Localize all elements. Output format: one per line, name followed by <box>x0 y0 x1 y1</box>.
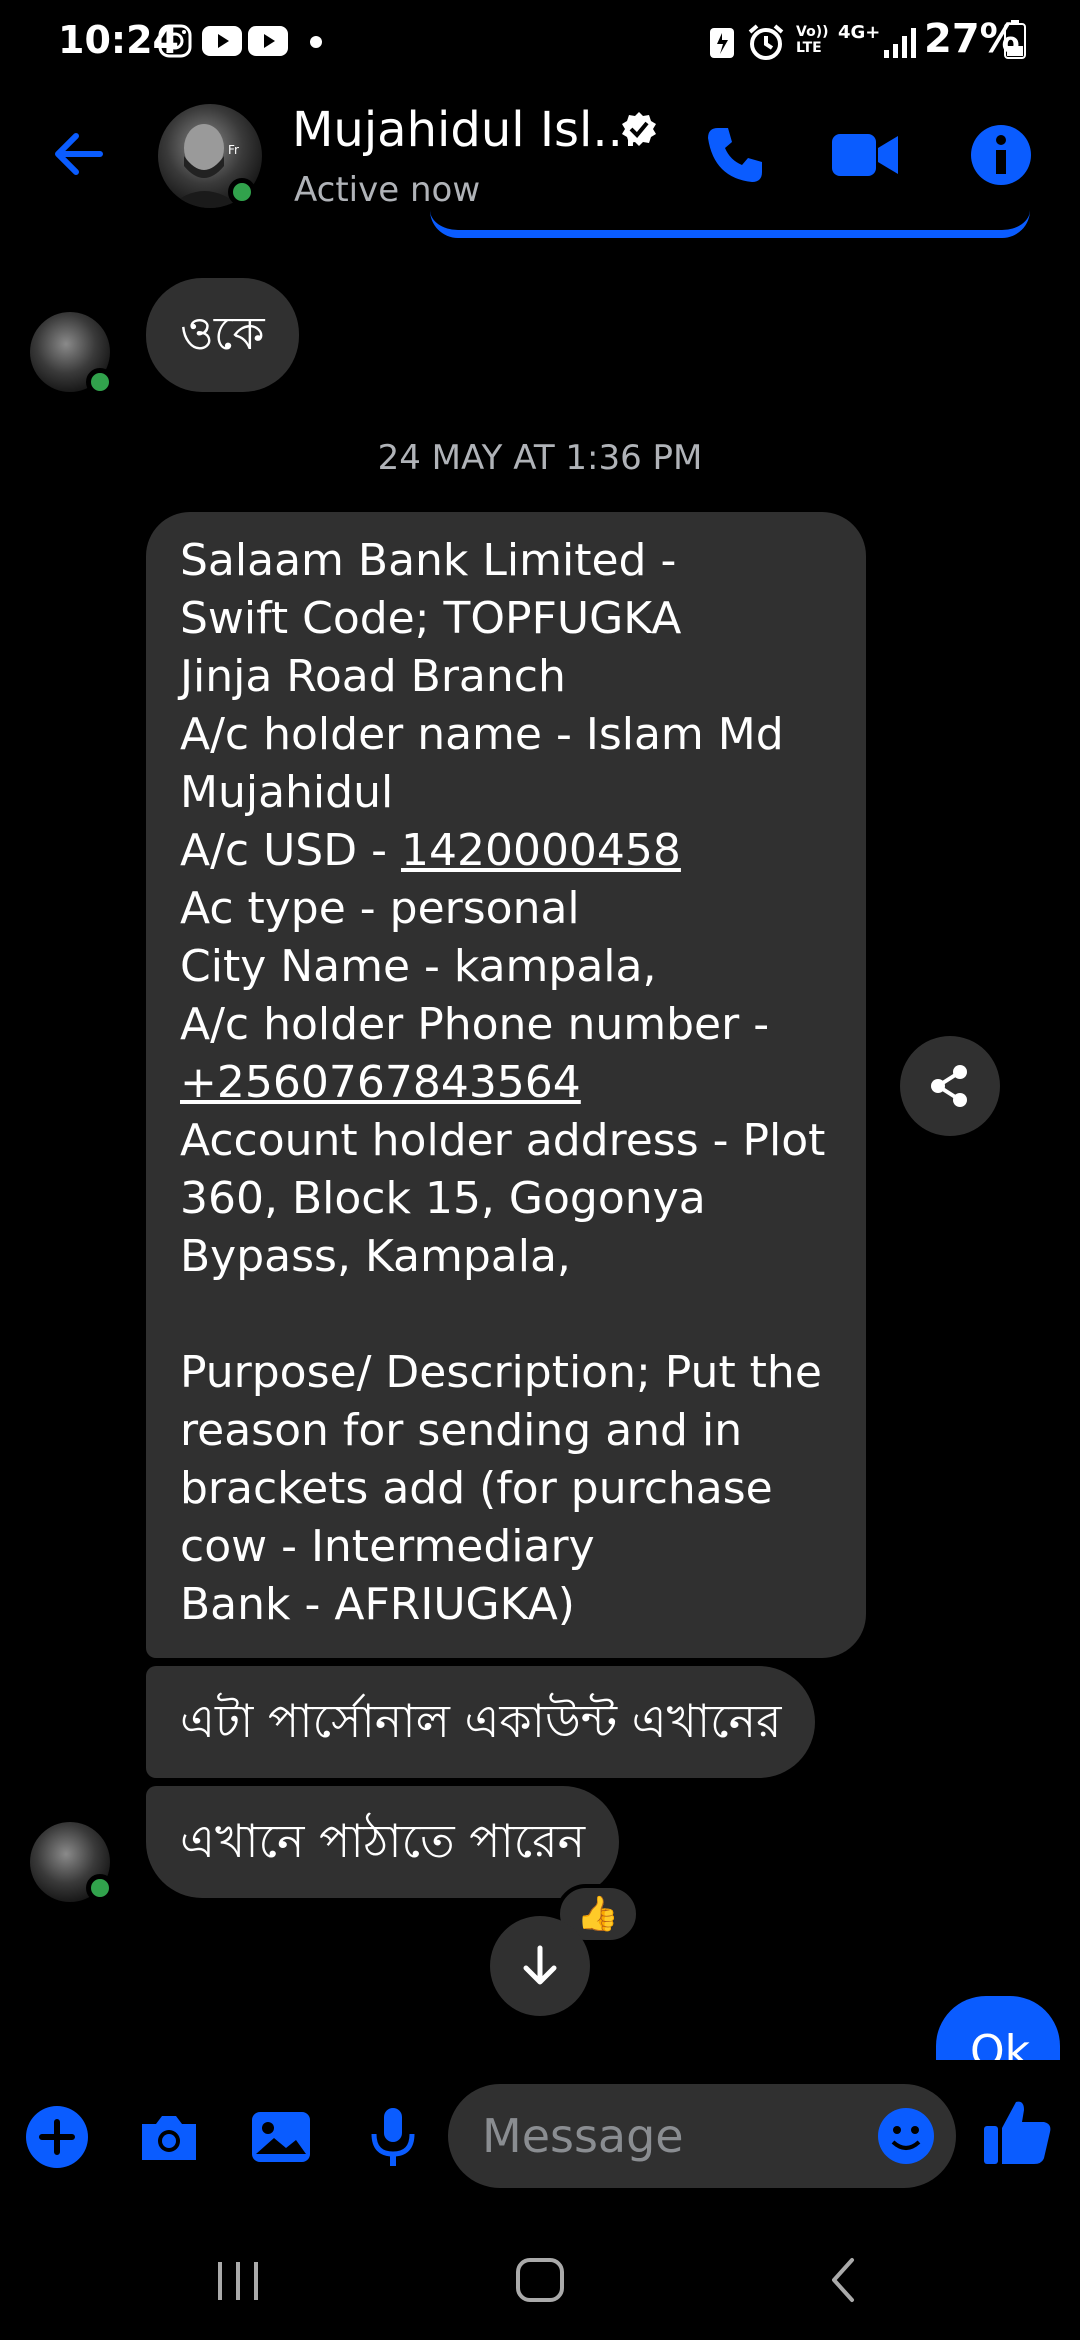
composer-bar <box>0 2060 1080 2210</box>
message-line: Salaam Bank Limited - <box>180 535 677 586</box>
online-indicator <box>86 368 114 396</box>
bank-details-message[interactable]: Salaam Bank Limited - Swift Code; TOPFUG… <box>146 512 866 1658</box>
contact-name[interactable]: Mujahidul Isl... <box>292 102 638 158</box>
online-indicator <box>86 1874 114 1902</box>
svg-text:Fr: Fr <box>228 143 239 157</box>
signal-icon <box>884 28 916 58</box>
message-line: Account holder address - Plot <box>180 1115 826 1166</box>
message-text: ওকে <box>180 306 265 360</box>
message-text: এটা পার্সোনাল একাউন্ট এখানের <box>180 1694 782 1748</box>
arrow-down-icon <box>523 1945 557 1985</box>
back-icon[interactable] <box>814 2250 874 2310</box>
battery-icon <box>1004 20 1026 59</box>
message-line: Ac type - personal <box>180 883 580 934</box>
volte-indicator: Vo)) LTE <box>796 24 829 56</box>
message-line: A/c holder Phone number - <box>180 999 770 1050</box>
battery-saver-icon <box>710 28 734 58</box>
message-line: Mujahidul <box>180 767 394 818</box>
notification-dot-icon <box>310 36 322 48</box>
message-line: A/c USD - 1420000458 <box>180 822 832 880</box>
like-icon[interactable] <box>980 2094 1056 2170</box>
message-line: brackets add (for purchase <box>180 1463 773 1514</box>
message-line: City Name - kampala, <box>180 941 657 992</box>
emoji-icon[interactable] <box>876 2106 936 2166</box>
message-line: Purpose/ Description; Put the <box>180 1347 822 1398</box>
message-text: এখানে পাঠাতে পারেন <box>180 1814 586 1868</box>
alarm-icon <box>748 24 784 60</box>
info-icon[interactable] <box>966 120 1036 190</box>
chat-header: Fr Mujahidul Isl... Active now <box>0 80 1080 230</box>
message-line: 360, Block 15, Gogonya <box>180 1173 706 1224</box>
scroll-down-button[interactable] <box>490 1916 590 2016</box>
active-status: Active now <box>294 170 481 210</box>
message-bubble[interactable]: এটা পার্সোনাল একাউন্ট এখানের <box>146 1666 816 1778</box>
verified-icon <box>622 112 656 146</box>
message-bubble[interactable]: এখানে পাঠাতে পারেন <box>146 1786 620 1898</box>
message-line: Bypass, Kampala, <box>180 1231 571 1282</box>
share-button[interactable] <box>900 1036 1000 1136</box>
network-type: 4G+ <box>838 22 881 43</box>
status-bar: 10:24 Vo)) LTE 4G+ 27% <box>0 0 1080 80</box>
message-line: Bank - AFRIUGKA) <box>180 1579 575 1630</box>
share-icon <box>931 1065 967 1107</box>
gallery-icon[interactable] <box>246 2102 316 2172</box>
camera-icon[interactable] <box>134 2102 204 2172</box>
previous-message-bubble <box>430 210 1030 238</box>
phone-icon[interactable] <box>700 120 770 190</box>
phone-number-link[interactable]: +2560767843564 <box>180 1054 832 1112</box>
recents-icon[interactable] <box>208 2250 268 2310</box>
online-indicator <box>228 178 256 206</box>
video-icon[interactable] <box>830 120 900 190</box>
message-line: Jinja Road Branch <box>180 651 566 702</box>
message-bubble[interactable]: ওকে <box>146 278 299 392</box>
instagram-notification-icon <box>158 24 192 58</box>
youtube-notification-icon <box>248 26 288 56</box>
home-icon[interactable] <box>510 2250 570 2310</box>
plus-icon[interactable] <box>22 2102 92 2172</box>
message-line: Swift Code; TOPFUGKA <box>180 593 682 644</box>
back-arrow-icon[interactable] <box>48 124 108 184</box>
system-nav-bar <box>0 2210 1080 2340</box>
message-line: cow - Intermediary <box>180 1521 595 1572</box>
microphone-icon[interactable] <box>358 2102 428 2172</box>
message-line: A/c holder name - Islam Md <box>180 709 784 760</box>
message-timestamp: 24 MAY AT 1:36 PM <box>377 438 703 478</box>
youtube-notification-icon <box>202 26 242 56</box>
message-line: reason for sending and in <box>180 1405 743 1456</box>
message-line-label: A/c USD - <box>180 825 401 876</box>
account-number-link[interactable]: 1420000458 <box>401 825 681 876</box>
